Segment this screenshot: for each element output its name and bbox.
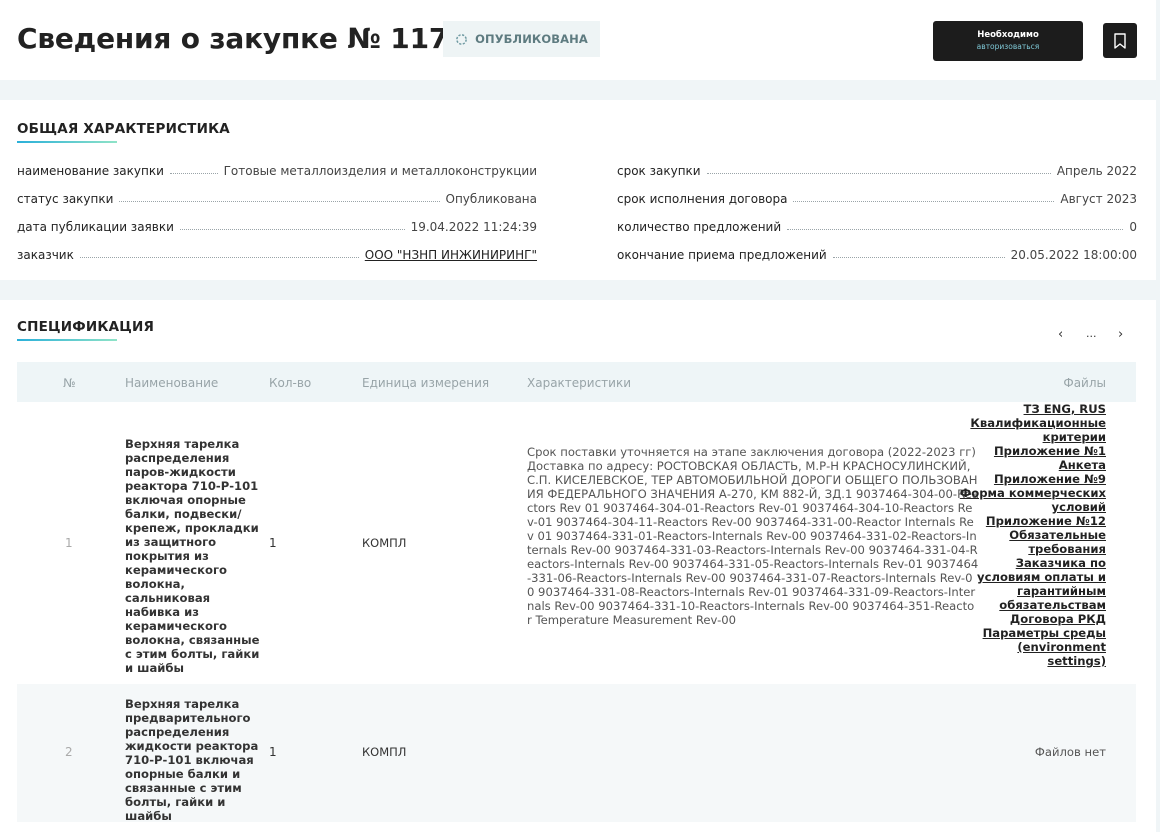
- file-link-appendix-1[interactable]: Приложение №1 Анкета: [956, 444, 1106, 472]
- row-number: 2: [65, 745, 73, 759]
- general-section-title: ОБЩАЯ ХАРАКТЕРИСТИКА: [17, 121, 230, 137]
- info-row-customer: заказчик ООО "НЗНП ИНЖИНИРИНГ": [17, 248, 537, 262]
- row-files: Файлов нет: [956, 745, 1106, 759]
- row-item-name: Верхняя тарелка распределения паров-жидк…: [125, 437, 260, 675]
- row-unit: КОМПЛ: [362, 745, 407, 759]
- general-section-underline: [17, 141, 117, 143]
- spec-section-title: СПЕЦИФИКАЦИЯ: [17, 319, 155, 335]
- col-header-qty: Кол-во: [269, 376, 312, 390]
- file-link-appendix-12[interactable]: Приложение №12 Обязательные требования З…: [956, 514, 1106, 612]
- col-header-files: Файлы: [1063, 376, 1106, 390]
- spec-section-underline: [17, 339, 117, 341]
- status-badge: ОПУБЛИКОВАНА: [443, 21, 600, 57]
- info-row-offers-count: количество предложений 0: [617, 220, 1137, 234]
- file-link-appendix-9[interactable]: Приложение №9 Форма коммерческих условий: [956, 472, 1106, 514]
- col-header-chars: Характеристики: [527, 376, 632, 390]
- customer-link[interactable]: ООО "НЗНП ИНЖИНИРИНГ": [365, 248, 537, 262]
- login-button[interactable]: Необходимо авторизоваться: [933, 21, 1083, 61]
- pager-next-button[interactable]: ›: [1118, 327, 1123, 342]
- row-quantity: 1: [269, 536, 277, 550]
- row-quantity: 1: [269, 745, 277, 759]
- info-row-offers-deadline: окончание приема предложений 20.05.2022 1…: [617, 248, 1137, 262]
- col-header-num: №: [63, 376, 76, 390]
- table-row: 1 Верхняя тарелка распределения паров-жи…: [17, 402, 1136, 684]
- col-header-unit: Единица измерения: [362, 376, 490, 390]
- login-button-line1: Необходимо: [977, 30, 1039, 40]
- info-row-publication-date: дата публикации заявки 19.04.2022 11:24:3…: [17, 220, 537, 234]
- page-title: Сведения о закупке № 11720: [17, 22, 487, 55]
- info-row-procurement-status: статус закупки Опубликована: [17, 192, 537, 206]
- info-row-contract-period: срок исполнения договора Август 2023: [617, 192, 1137, 206]
- file-link-environment[interactable]: Параметры среды (environment settings): [956, 626, 1106, 668]
- table-header: № Наименование Кол-во Единица измерения …: [17, 362, 1136, 402]
- login-button-line2: авторизоваться: [976, 42, 1040, 51]
- no-files-text: Файлов нет: [1034, 745, 1106, 759]
- status-spinner-icon: [456, 33, 467, 45]
- row-files: ТЗ ENG, RUS Квалификационные критерии Пр…: [956, 402, 1106, 668]
- pager-ellipsis: ...: [1086, 327, 1097, 340]
- row-unit: КОМПЛ: [362, 536, 407, 550]
- status-label: ОПУБЛИКОВАНА: [475, 32, 588, 46]
- bookmark-button[interactable]: [1103, 23, 1137, 58]
- info-row-procurement-period: срок закупки Апрель 2022: [617, 164, 1137, 178]
- pagination: ‹ ... ›: [1052, 327, 1137, 342]
- col-header-name: Наименование: [125, 376, 219, 390]
- table-row: 2 Верхняя тарелка предварительного распр…: [17, 684, 1136, 823]
- file-link-rkd-contract[interactable]: Договора РКД: [956, 612, 1106, 626]
- pager-prev-button[interactable]: ‹: [1058, 327, 1063, 342]
- row-characteristics: Срок поставки уточняется на этапе заключ…: [527, 445, 979, 627]
- bookmark-icon: [1114, 32, 1126, 49]
- general-section: ОБЩАЯ ХАРАКТЕРИСТИКА наименование закупк…: [0, 100, 1156, 280]
- file-link-qualification[interactable]: Квалификационные критерии: [956, 416, 1106, 444]
- file-link-tz[interactable]: ТЗ ENG, RUS: [956, 402, 1106, 416]
- row-item-name: Верхняя тарелка предварительного распред…: [125, 697, 259, 823]
- info-row-procurement-name: наименование закупки Готовые металлоиздел…: [17, 164, 537, 178]
- specification-section: СПЕЦИФИКАЦИЯ ‹ ... › № Наименование Кол-…: [0, 300, 1156, 832]
- header-card: Сведения о закупке № 11720 ОПУБЛИКОВАНА …: [0, 0, 1156, 80]
- row-number: 1: [65, 536, 73, 550]
